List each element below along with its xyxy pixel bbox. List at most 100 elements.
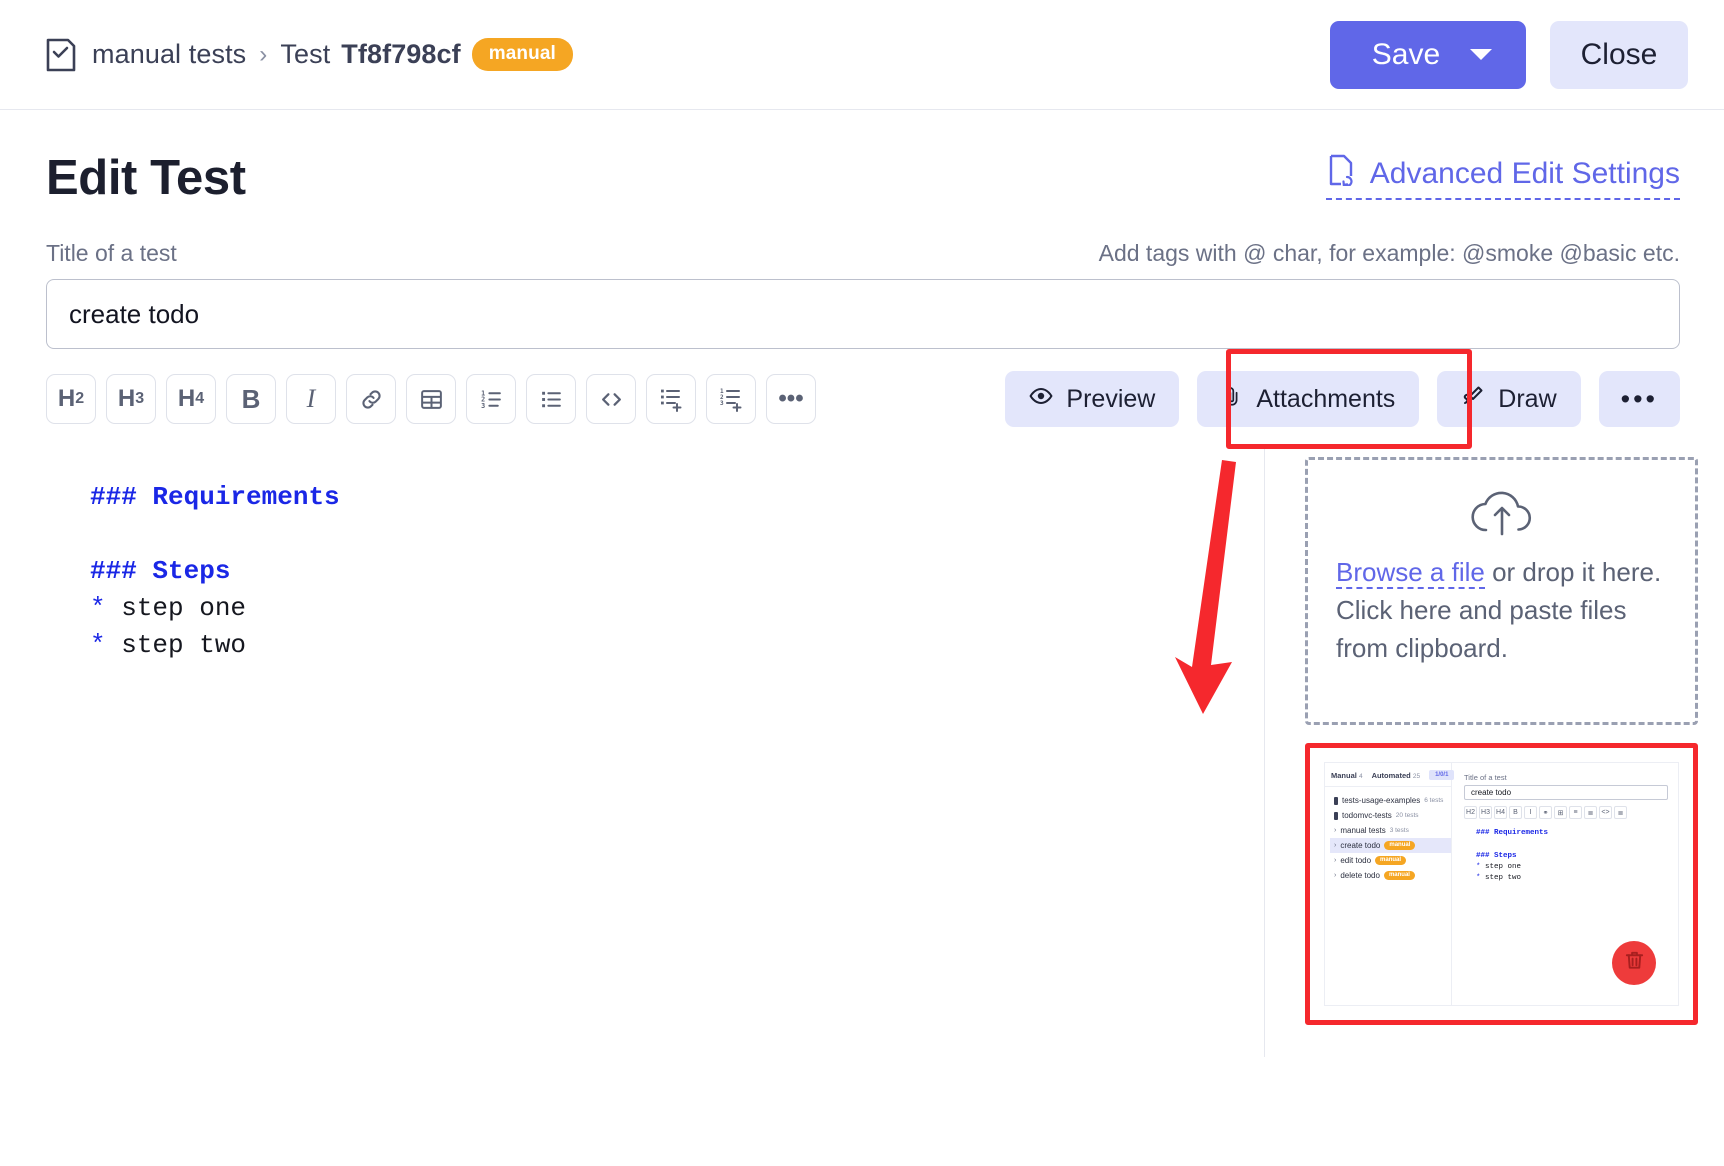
- md-text: step two: [121, 629, 247, 660]
- breadcrumb-test-prefix: Test: [280, 39, 331, 69]
- pen-icon: [1461, 384, 1485, 415]
- table-icon[interactable]: [406, 374, 456, 424]
- thumbnail-tool: H2: [1464, 806, 1477, 819]
- editor-more-button[interactable]: •••: [1598, 371, 1680, 427]
- thumbnail-tool: H3: [1479, 806, 1492, 819]
- editor-line: ### Requirements: [90, 479, 1264, 516]
- paperclip-icon: [1221, 384, 1243, 415]
- md-hashes: ###: [90, 482, 153, 512]
- advanced-edit-settings-label: Advanced Edit Settings: [1369, 157, 1680, 190]
- editor-line: ### Steps: [90, 553, 1264, 590]
- unordered-list-icon[interactable]: [526, 374, 576, 424]
- title-input-wrapper: [0, 267, 1724, 349]
- trash-icon: [1623, 949, 1646, 977]
- heading-2-button[interactable]: H2: [46, 374, 96, 424]
- status-badge: manual: [471, 38, 573, 71]
- cloud-upload-icon: [1336, 482, 1667, 542]
- save-button-label: Save: [1371, 37, 1441, 71]
- markdown-toolbar: H2 H3 H4 B I 1 2 3 1 2 3 •••: [46, 374, 816, 424]
- editor-body: ### Requirements ### Steps * step one * …: [0, 427, 1724, 1057]
- svg-text:3: 3: [720, 400, 724, 407]
- heading-4-button[interactable]: H4: [166, 374, 216, 424]
- italic-button[interactable]: I: [286, 374, 336, 424]
- thumbnail-tab-pill: 1/0/1: [1429, 770, 1455, 780]
- eye-icon: [1029, 384, 1053, 415]
- code-icon[interactable]: [586, 374, 636, 424]
- thumbnail-title-label: Title of a test: [1464, 773, 1507, 782]
- advanced-edit-settings-link[interactable]: Advanced Edit Settings: [1325, 154, 1680, 200]
- add-unordered-list-icon[interactable]: [646, 374, 696, 424]
- thumbnail-toolbar: H2 H3 H4 B I ⚭ ⊞ ≡ ≣ <> ≣: [1464, 806, 1668, 819]
- md-text: Steps: [152, 555, 231, 586]
- link-icon[interactable]: [346, 374, 396, 424]
- list-item: › delete todo manual: [1330, 868, 1451, 883]
- thumbnail-sidebar: Manual 4 Automated 25 1/0/1 tests-usage-…: [1325, 763, 1455, 1005]
- top-bar: manual tests › Test Tf8f798cf manual Sav…: [0, 0, 1724, 110]
- delete-attachment-button[interactable]: [1612, 941, 1656, 985]
- tag-hint-text: Add tags with @ char, for example: @smok…: [1098, 240, 1680, 266]
- thumbnail-tab-manual: Manual 4: [1331, 770, 1363, 780]
- thumbnail-tool: B: [1509, 806, 1522, 819]
- preview-button-label: Preview: [1066, 384, 1156, 413]
- chevron-down-icon[interactable]: [1470, 49, 1493, 60]
- save-button[interactable]: Save: [1330, 20, 1526, 89]
- dropzone-paste-text: Click here and paste files from clipboar…: [1336, 594, 1627, 663]
- list-item: › manual tests 3 tests: [1334, 826, 1409, 835]
- md-text: Requirements: [152, 482, 340, 512]
- editor-toolbar-row: H2 H3 H4 B I 1 2 3 1 2 3 ••• Preview Att…: [0, 349, 1724, 449]
- title-field-label: Title of a test: [46, 240, 177, 266]
- editor-line: * step two: [90, 627, 1264, 664]
- editor-line-blank: [90, 516, 1264, 553]
- breadcrumb: manual tests › Test Tf8f798cf manual: [44, 37, 1330, 73]
- thumbnail-tabs: Manual 4 Automated 25 1/0/1: [1325, 763, 1455, 787]
- thumbnail-tab-automated: Automated 25: [1371, 770, 1421, 780]
- draw-button[interactable]: Draw: [1437, 371, 1581, 427]
- list-item: tests-usage-examples 6 tests: [1330, 793, 1451, 808]
- page-header: Edit Test Advanced Edit Settings: [0, 110, 1724, 206]
- attachments-button[interactable]: Attachments: [1197, 371, 1420, 427]
- attachments-panel: Browse a file or drop it here. Click her…: [1264, 449, 1724, 1057]
- title-input[interactable]: [46, 279, 1680, 349]
- draw-button-label: Draw: [1498, 384, 1557, 413]
- close-button[interactable]: Close: [1550, 20, 1688, 89]
- thumbnail-tool: <>: [1599, 806, 1612, 819]
- file-sync-icon: [1326, 154, 1356, 194]
- bold-button[interactable]: B: [226, 374, 276, 424]
- md-bullet-marker: *: [90, 592, 122, 623]
- ordered-list-icon[interactable]: 1 2 3: [466, 374, 516, 424]
- dropzone-drop-text: or drop it here.: [1492, 557, 1662, 587]
- breadcrumb-root[interactable]: manual tests: [92, 39, 246, 70]
- thumbnail-tool: ⚭: [1539, 806, 1552, 819]
- markdown-editor[interactable]: ### Requirements ### Steps * step one * …: [0, 449, 1264, 1057]
- editor-line: * step one: [90, 590, 1264, 627]
- md-hashes: ###: [90, 555, 153, 586]
- thumbnail-title-input: create todo: [1464, 785, 1668, 800]
- more-tools-button[interactable]: •••: [766, 374, 816, 424]
- form-labels-row: Title of a test Add tags with @ char, fo…: [0, 206, 1724, 267]
- attachment-thumbnail-highlight: Manual 4 Automated 25 1/0/1 tests-usage-…: [1305, 743, 1698, 1025]
- list-item: › edit todo manual: [1330, 853, 1451, 868]
- md-bullet-marker: *: [90, 629, 122, 660]
- heading-3-button[interactable]: H3: [106, 374, 156, 424]
- preview-button[interactable]: Preview: [1005, 371, 1180, 427]
- breadcrumb-test-id: Tf8f798cf: [341, 39, 461, 69]
- breadcrumb-separator: ›: [259, 40, 268, 68]
- list-item: todomvc-tests 20 tests: [1330, 808, 1451, 823]
- add-ordered-list-icon[interactable]: 1 2 3: [706, 374, 756, 424]
- attachments-button-label: Attachments: [1256, 384, 1396, 413]
- file-dropzone[interactable]: Browse a file or drop it here. Click her…: [1305, 457, 1698, 725]
- thumbnail-tool: ≣: [1614, 806, 1627, 819]
- page-title: Edit Test: [46, 151, 246, 205]
- attachment-thumbnail[interactable]: Manual 4 Automated 25 1/0/1 tests-usage-…: [1324, 762, 1679, 1006]
- dropzone-text: Browse a file or drop it here. Click her…: [1336, 542, 1667, 668]
- list-item: › create todo manual: [1330, 838, 1451, 853]
- thumbnail-tool: I: [1524, 806, 1537, 819]
- thumbnail-markdown: ### Requirements ### Steps * step one * …: [1476, 829, 1549, 882]
- thumbnail-test-list: tests-usage-examples 6 tests todomvc-test…: [1325, 787, 1451, 883]
- thumbnail-tool: H4: [1494, 806, 1507, 819]
- browse-file-link[interactable]: Browse a file: [1336, 557, 1485, 589]
- svg-text:3: 3: [481, 401, 485, 409]
- thumbnail-tool: ≡: [1569, 806, 1582, 819]
- thumbnail-tool: ≣: [1584, 806, 1597, 819]
- thumbnail-tool: ⊞: [1554, 806, 1567, 819]
